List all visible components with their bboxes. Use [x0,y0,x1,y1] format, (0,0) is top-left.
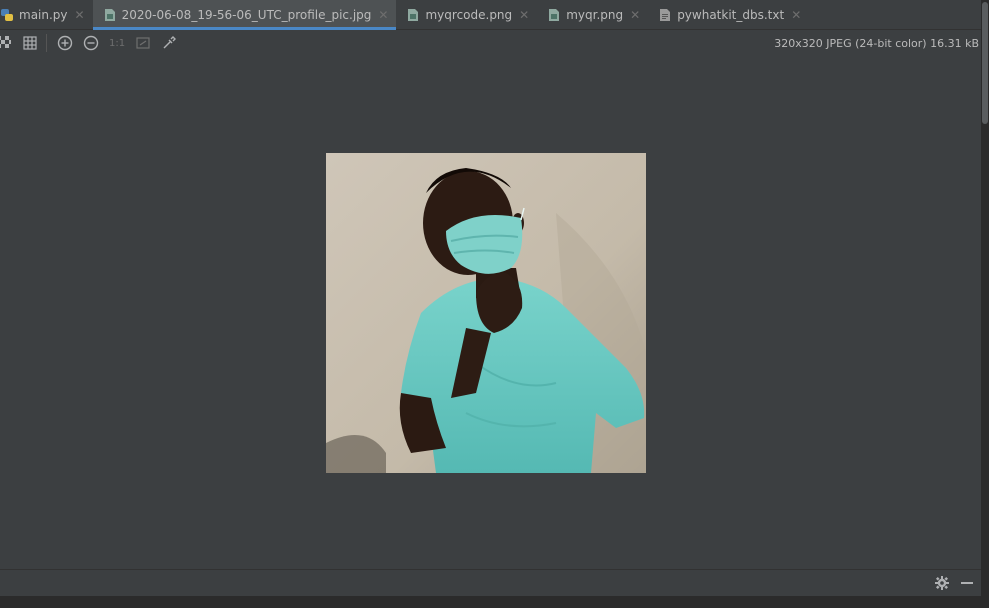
image-file-icon [103,8,117,22]
tab-myqr-png[interactable]: myqr.png ✕ [537,0,648,29]
zoom-out-icon[interactable] [83,35,99,51]
grid-icon[interactable] [22,35,38,51]
close-icon[interactable]: ✕ [378,8,388,22]
minimize-icon[interactable] [961,575,973,594]
fit-icon[interactable] [135,35,151,51]
gear-icon[interactable] [935,575,949,594]
tab-label: main.py [19,7,68,22]
image-viewer-window: main.py ✕ 2020-06-08_19-56-06_UTC_profil… [0,0,989,608]
tab-label: myqrcode.png [425,7,513,22]
status-bar [0,596,981,608]
profile-picture-image [326,153,646,473]
toolbar-separator [46,34,47,52]
actual-size-button[interactable]: 1:1 [109,38,125,49]
image-file-icon [406,8,420,22]
tab-pywhatkit-dbs-txt[interactable]: pywhatkit_dbs.txt ✕ [648,0,809,29]
tab-label: myqr.png [566,7,624,22]
color-picker-icon[interactable] [161,35,177,51]
python-file-icon [0,8,14,22]
tab-myqrcode-png[interactable]: myqrcode.png ✕ [396,0,537,29]
tab-label: pywhatkit_dbs.txt [677,7,785,22]
image-file-icon [547,8,561,22]
close-icon[interactable]: ✕ [75,8,85,22]
text-file-icon [658,8,672,22]
close-icon[interactable]: ✕ [630,8,640,22]
scrollbar-thumb[interactable] [982,2,988,124]
vertical-scrollbar[interactable] [981,0,989,608]
zoom-in-icon[interactable] [57,35,73,51]
image-toolbar: 1:1 320x320 JPEG (24-bit color) 16.31 kB [0,30,981,56]
tab-label: 2020-06-08_19-56-06_UTC_profile_pic.jpg [121,7,372,22]
image-info-label: 320x320 JPEG (24-bit color) 16.31 kB [774,37,979,50]
tab-main-py[interactable]: main.py ✕ [0,0,93,29]
bottom-panel-header [0,569,981,596]
chessboard-icon[interactable] [0,35,12,51]
image-canvas [0,57,981,569]
close-icon[interactable]: ✕ [791,8,801,22]
editor-tab-bar: main.py ✕ 2020-06-08_19-56-06_UTC_profil… [0,0,981,30]
tab-profile-pic-jpg[interactable]: 2020-06-08_19-56-06_UTC_profile_pic.jpg … [92,0,397,30]
close-icon[interactable]: ✕ [519,8,529,22]
